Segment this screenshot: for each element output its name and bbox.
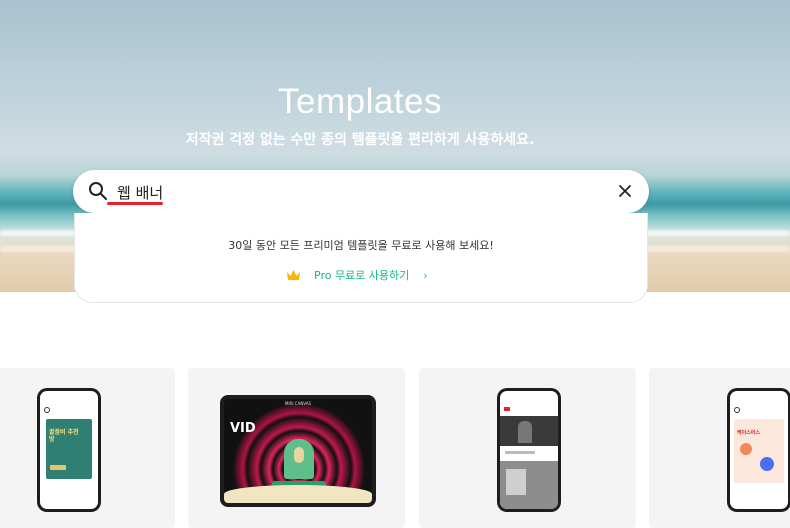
template-card[interactable]	[419, 368, 636, 528]
phone-mockup: 꿀잠비 추천방	[37, 388, 101, 512]
template-headline: 꿀잠비 추천방	[49, 429, 79, 443]
promo-text: 30일 동안 모든 프리미엄 템플릿을 무료로 사용해 보세요!	[228, 239, 494, 252]
template-card[interactable]: MIRI CANVAS VID	[188, 368, 405, 528]
template-headline: 케이스어스	[737, 430, 761, 436]
phone-mockup	[497, 388, 561, 512]
template-word: VID	[230, 421, 256, 436]
template-card[interactable]: 꿀잠비 추천방	[0, 368, 175, 528]
search-input[interactable]: 웹 배너	[117, 182, 163, 203]
phone-mockup: 케이스어스	[727, 388, 790, 512]
pro-trial-link[interactable]: Pro 무료로 사용하기 ›	[286, 267, 428, 283]
page-title: Templates	[277, 82, 443, 121]
search-dropdown: 30일 동안 모든 프리미엄 템플릿을 무료로 사용해 보세요! Pro 무료로…	[74, 213, 648, 303]
crown-icon	[287, 270, 300, 280]
close-icon[interactable]	[615, 181, 635, 201]
search-icon[interactable]	[88, 181, 108, 201]
page-subtitle: 저작권 걱정 없는 수만 종의 템플릿을 편리하게 사용하세요.	[185, 132, 535, 148]
search-underline	[107, 202, 163, 205]
template-card[interactable]: 케이스어스	[649, 368, 790, 528]
brand-label: MIRI CANVAS	[284, 401, 312, 406]
pro-trial-label[interactable]: Pro 무료로 사용하기	[314, 267, 409, 283]
chevron-right-icon: ›	[423, 268, 428, 282]
tablet-mockup: MIRI CANVAS VID	[220, 395, 376, 507]
search-box[interactable]: 웹 배너	[73, 170, 649, 213]
